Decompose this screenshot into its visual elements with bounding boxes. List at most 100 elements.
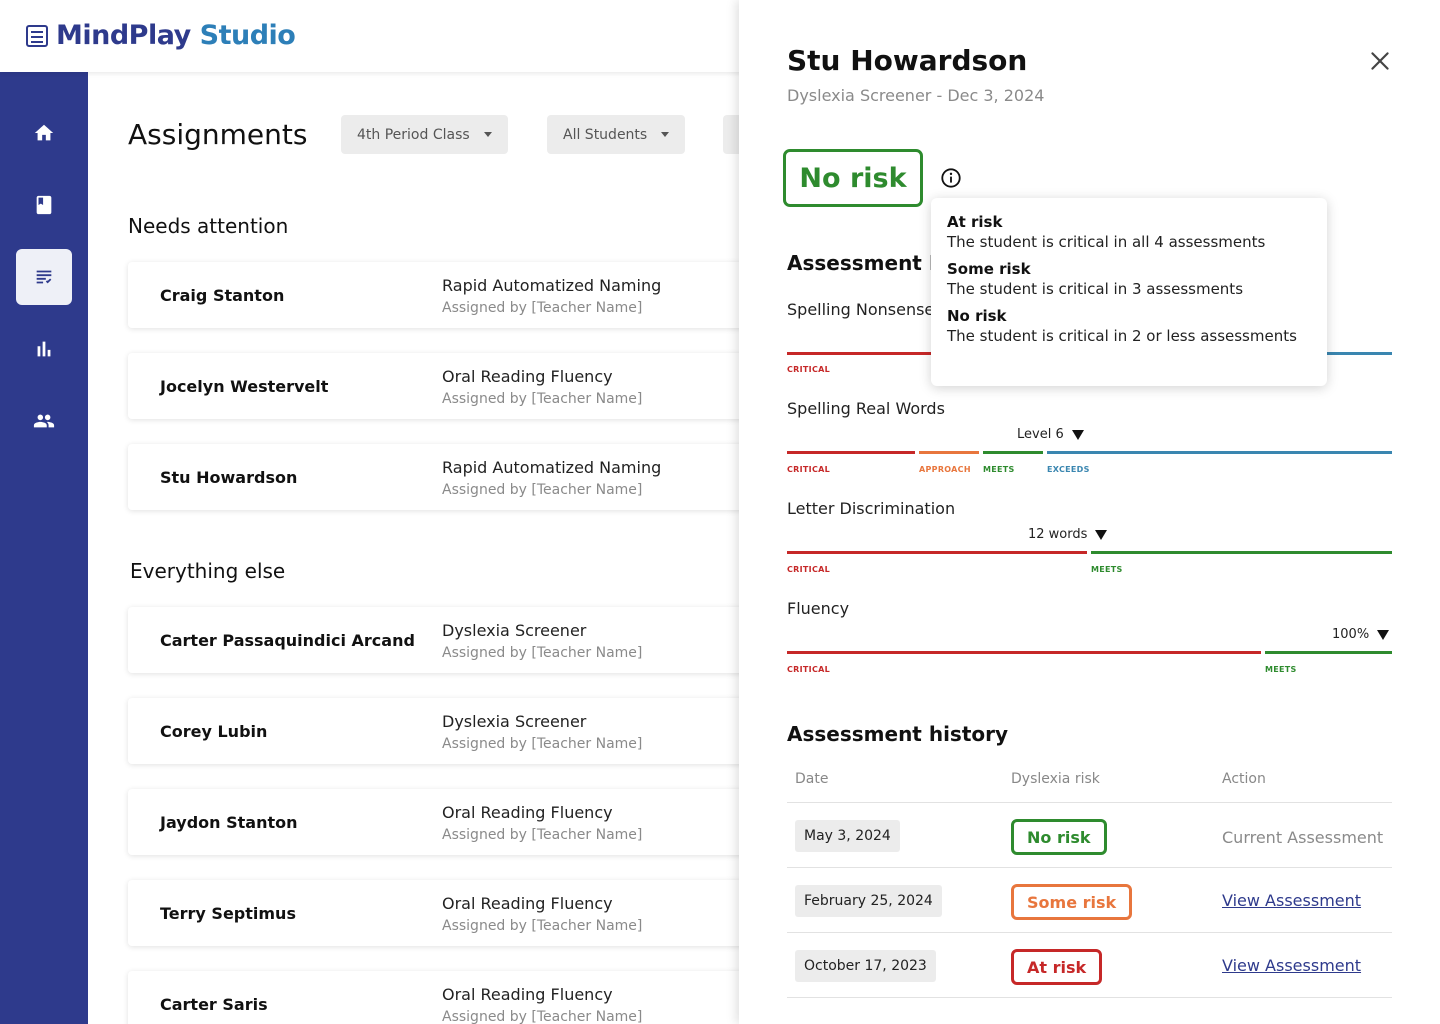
score-marker: 100% — [1332, 627, 1390, 642]
measure-label: Spelling Nonsense — [787, 300, 935, 319]
drawer-subtitle: Dyslexia Screener - Dec 3, 2024 — [787, 86, 1045, 105]
assignment-title: Oral Reading Fluency — [442, 894, 613, 913]
class-filter-dropdown[interactable]: 4th Period Class — [341, 115, 508, 154]
score-marker-label: 100% — [1332, 627, 1370, 642]
assigned-by: Assigned by [Teacher Name] — [442, 300, 643, 316]
marker-triangle-icon — [1377, 629, 1390, 640]
caret-down-icon — [661, 132, 670, 137]
drawer-student-name: Stu Howardson — [787, 44, 1028, 77]
assignment-icon — [36, 270, 52, 284]
meets-segment — [983, 451, 1043, 454]
assignment-card[interactable]: Stu Howardson Rapid Automatized Naming A… — [128, 444, 778, 510]
tooltip-item-title: Some risk — [947, 260, 1031, 278]
logo-text: MindPlay Studio — [56, 20, 296, 51]
exceeds-segment — [1047, 451, 1392, 454]
student-filter-label: All Students — [563, 126, 648, 143]
divider — [787, 997, 1392, 998]
assignment-card[interactable]: Carter Saris Oral Reading Fluency Assign… — [128, 971, 778, 1024]
people-icon — [33, 414, 55, 428]
assignment-title: Rapid Automatized Naming — [442, 458, 662, 477]
view-assessment-link[interactable]: View Assessment — [1222, 891, 1361, 910]
sidebar-item-book[interactable] — [16, 177, 72, 233]
assignment-title: Oral Reading Fluency — [442, 367, 613, 386]
critical-label: CRITICAL — [787, 665, 831, 674]
book-icon — [36, 195, 52, 215]
divider — [787, 867, 1392, 868]
student-name: Craig Stanton — [160, 286, 285, 305]
marker-triangle-icon — [1071, 429, 1084, 440]
critical-label: CRITICAL — [787, 365, 831, 374]
measure-label: Fluency — [787, 599, 850, 618]
meets-label: MEETS — [983, 465, 1015, 474]
assignment-card[interactable]: Carter Passaquindici Arcand Dyslexia Scr… — [128, 607, 778, 673]
history-date: February 25, 2024 — [795, 885, 942, 917]
column-header-date: Date — [795, 771, 829, 787]
assignment-title: Dyslexia Screener — [442, 712, 587, 731]
student-name: Carter Passaquindici Arcand — [160, 631, 415, 650]
student-filter-dropdown[interactable]: All Students — [547, 115, 686, 154]
exceeds-label: EXCEEDS — [1047, 465, 1090, 474]
exceeds-segment — [1324, 352, 1392, 355]
critical-segment — [787, 451, 915, 454]
current-assessment-label: Current Assessment — [1222, 828, 1384, 847]
close-icon[interactable] — [1367, 48, 1393, 74]
meets-label: MEETS — [1265, 665, 1297, 674]
bar-chart-icon — [37, 341, 51, 357]
marker-triangle-icon — [1095, 529, 1108, 540]
sidebar-item-reports[interactable] — [16, 321, 72, 377]
view-assessment-link[interactable]: View Assessment — [1222, 956, 1361, 975]
assigned-by: Assigned by [Teacher Name] — [442, 918, 643, 934]
assignment-card[interactable]: Jaydon Stanton Oral Reading Fluency Assi… — [128, 789, 778, 855]
assessment-history-heading: Assessment history — [787, 722, 1009, 746]
history-risk-badge: At risk — [1011, 949, 1103, 985]
assignment-title: Rapid Automatized Naming — [442, 276, 662, 295]
risk-info-tooltip: At risk The student is critical in all 4… — [931, 198, 1327, 386]
assigned-by: Assigned by [Teacher Name] — [442, 827, 643, 843]
student-name: Jaydon Stanton — [160, 813, 298, 832]
history-risk-badge: Some risk — [1011, 884, 1133, 920]
divider — [787, 802, 1392, 803]
assignment-card[interactable]: Jocelyn Westervelt Oral Reading Fluency … — [128, 353, 778, 419]
info-icon[interactable] — [940, 167, 962, 189]
score-marker: Level 6 — [1017, 427, 1084, 442]
logo[interactable]: MindPlay Studio — [26, 20, 296, 51]
risk-badge: No risk — [783, 149, 923, 207]
meets-segment — [1091, 551, 1392, 554]
caret-down-icon — [483, 132, 492, 137]
assigned-by: Assigned by [Teacher Name] — [442, 736, 643, 752]
meets-segment — [1265, 651, 1392, 654]
assigned-by: Assigned by [Teacher Name] — [442, 1009, 643, 1024]
sidebar-item-home[interactable] — [16, 105, 72, 161]
critical-label: CRITICAL — [787, 565, 831, 574]
tooltip-item-desc: The student is critical in 3 assessments — [947, 280, 1244, 298]
score-marker-label: Level 6 — [1017, 427, 1064, 442]
student-detail-drawer: Stu Howardson Dyslexia Screener - Dec 3,… — [739, 0, 1440, 1024]
sidebar — [0, 72, 88, 1024]
student-name: Carter Saris — [160, 995, 268, 1014]
approach-label: APPROACH — [919, 465, 971, 474]
assigned-by: Assigned by [Teacher Name] — [442, 482, 643, 498]
critical-segment — [787, 551, 1087, 554]
approach-segment — [919, 451, 979, 454]
divider — [787, 932, 1392, 933]
history-risk-badge: No risk — [1011, 819, 1107, 855]
meets-label: MEETS — [1091, 565, 1123, 574]
assignment-card[interactable]: Terry Septimus Oral Reading Fluency Assi… — [128, 880, 778, 946]
history-date: October 17, 2023 — [795, 950, 936, 982]
tooltip-item-title: No risk — [947, 307, 1007, 325]
score-marker-label: 12 words — [1028, 527, 1088, 542]
history-date: May 3, 2024 — [795, 820, 900, 852]
assignment-card[interactable]: Corey Lubin Dyslexia Screener Assigned b… — [128, 698, 778, 764]
assignment-card[interactable]: Craig Stanton Rapid Automatized Naming A… — [128, 262, 778, 328]
tooltip-item-desc: The student is critical in all 4 assessm… — [947, 233, 1266, 251]
sidebar-item-students[interactable] — [16, 393, 72, 449]
assigned-by: Assigned by [Teacher Name] — [442, 645, 643, 661]
student-name: Jocelyn Westervelt — [160, 377, 329, 396]
assigned-by: Assigned by [Teacher Name] — [442, 391, 643, 407]
student-name: Terry Septimus — [160, 904, 296, 923]
sidebar-item-assignments[interactable] — [16, 249, 72, 305]
assignment-title: Dyslexia Screener — [442, 621, 587, 640]
student-name: Corey Lubin — [160, 722, 268, 741]
critical-label: CRITICAL — [787, 465, 831, 474]
logo-icon — [26, 24, 48, 47]
